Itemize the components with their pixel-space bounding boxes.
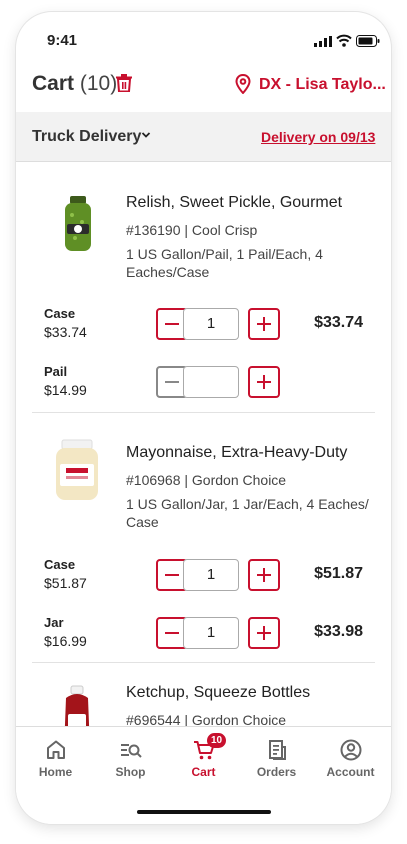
product-name[interactable]: Relish, Sweet Pickle, Gourmet <box>126 194 342 212</box>
cart-badge: 10 <box>207 733 226 748</box>
unit-row: Case $33.74 1 $33.74 <box>32 306 375 340</box>
relish-jar-image <box>65 196 91 251</box>
line-total: $33.98 <box>314 623 363 640</box>
status-bar: 9:41 <box>16 12 391 56</box>
product-meta: #696544 | Gordon Choice <box>126 712 287 726</box>
shop-search-icon <box>120 744 142 758</box>
increase-quantity-button[interactable] <box>248 366 280 398</box>
unit-row: Pail $14.99 <box>32 364 375 398</box>
cart-item: Relish, Sweet Pickle, Gourmet #136190 | … <box>32 176 375 412</box>
quantity-input[interactable] <box>183 366 239 398</box>
increase-quantity-button[interactable] <box>248 559 280 591</box>
quantity-input[interactable]: 1 <box>183 617 239 649</box>
nav-orders[interactable]: Orders <box>239 739 314 779</box>
ketchup-bottle-image <box>64 685 90 726</box>
location-selector[interactable]: DX - Lisa Taylo... <box>259 76 386 94</box>
nav-orders-label: Orders <box>256 765 297 779</box>
increase-quantity-button[interactable] <box>248 308 280 340</box>
quantity-input[interactable]: 1 <box>183 308 239 340</box>
quantity-input[interactable]: 1 <box>183 559 239 591</box>
home-indicator <box>137 810 271 814</box>
chevron-down-icon[interactable] <box>141 131 151 139</box>
page-title: Cart (10) <box>32 72 117 96</box>
delivery-bar: Truck Delivery Delivery on 09/13 <box>16 112 391 162</box>
line-total: $33.74 <box>314 314 363 331</box>
product-name[interactable]: Ketchup, Squeeze Bottles <box>126 684 310 702</box>
delivery-type-dropdown[interactable]: Truck Delivery <box>32 128 141 146</box>
unit-row: Case $51.87 1 $51.87 <box>32 557 375 591</box>
unit-price: $51.87 <box>44 575 87 591</box>
nav-home-label: Home <box>38 765 73 779</box>
nav-account-label: Account <box>326 765 375 779</box>
home-icon <box>46 740 65 759</box>
cart-item: Ketchup, Squeeze Bottles #696544 | Gordo… <box>32 676 375 726</box>
nav-shop[interactable]: Shop <box>93 739 168 779</box>
phone-frame: 9:41 Cart (10) DX - Lisa Taylo... Truck … <box>16 12 391 824</box>
unit-price: $16.99 <box>44 633 87 649</box>
unit-label: Case <box>44 557 76 572</box>
plus-icon-stem <box>263 568 265 582</box>
orders-icon <box>268 740 286 760</box>
product-meta: #106968 | Gordon Choice <box>126 472 287 488</box>
minus-icon <box>165 632 179 634</box>
unit-label: Pail <box>44 364 68 379</box>
unit-price: $14.99 <box>44 382 87 398</box>
item-divider <box>32 412 375 413</box>
item-divider <box>32 662 375 663</box>
minus-icon <box>165 574 179 576</box>
product-pack-size: 1 US Gallon/Pail, 1 Pail/Each, 4 Eaches/… <box>126 246 323 280</box>
trash-icon[interactable] <box>116 74 132 92</box>
plus-icon-stem <box>263 626 265 640</box>
product-meta: #136190 | Cool Crisp <box>126 222 258 238</box>
signal-icon <box>314 36 332 47</box>
product-pack-size: 1 US Gallon/Jar, 1 Jar/Each, 4 Eaches/ C… <box>126 496 369 530</box>
minus-icon <box>165 323 179 325</box>
nav-cart-label: Cart <box>191 765 216 779</box>
location-pin-icon[interactable] <box>235 74 251 94</box>
nav-cart[interactable]: 10 Cart <box>166 733 241 779</box>
unit-label: Jar <box>44 615 64 630</box>
unit-row: Jar $16.99 1 $33.98 <box>32 615 375 649</box>
mayonnaise-jar-image <box>56 439 98 500</box>
increase-quantity-button[interactable] <box>248 617 280 649</box>
cart-count: (10) <box>79 72 118 95</box>
delivery-date-link[interactable]: Delivery on 09/13 <box>261 129 375 145</box>
line-total: $51.87 <box>314 565 363 582</box>
page-title-label: Cart <box>32 72 75 95</box>
cart-header: Cart (10) DX - Lisa Taylo... <box>16 62 391 112</box>
nav-account[interactable]: Account <box>313 739 388 779</box>
battery-icon <box>356 35 380 47</box>
cart-item: Mayonnaise, Extra-Heavy-Duty #106968 | G… <box>32 426 375 662</box>
minus-icon <box>165 381 179 383</box>
unit-price: $33.74 <box>44 324 87 340</box>
nav-home[interactable]: Home <box>18 739 93 779</box>
wifi-icon <box>336 34 352 47</box>
unit-label: Case <box>44 306 76 321</box>
product-name[interactable]: Mayonnaise, Extra-Heavy-Duty <box>126 444 347 462</box>
status-time: 9:41 <box>47 32 78 49</box>
nav-shop-label: Shop <box>115 765 146 779</box>
plus-icon-stem <box>263 317 265 331</box>
account-icon <box>340 739 361 761</box>
plus-icon-stem <box>263 375 265 389</box>
